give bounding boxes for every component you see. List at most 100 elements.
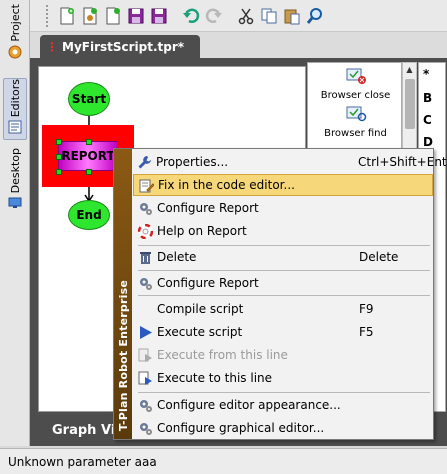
gears-icon <box>139 422 152 435</box>
desktop-icon <box>8 197 22 209</box>
report-node[interactable]: REPORT <box>58 141 118 171</box>
resize-handle[interactable] <box>56 139 62 145</box>
save-button[interactable] <box>126 6 146 26</box>
left-sidebar: Project Editors Desktop <box>0 0 30 446</box>
menu-item-configure-editor-appearance[interactable]: Configure editor appearance... <box>133 394 433 416</box>
menu-separator <box>138 270 430 271</box>
sidebar-tab-project-label: Project <box>8 4 22 42</box>
trash-icon <box>139 251 151 264</box>
menu-item-delete[interactable]: Delete Delete <box>133 246 433 268</box>
resize-handle[interactable] <box>86 139 92 145</box>
execute-to-icon <box>138 371 152 385</box>
category-letter[interactable]: C <box>423 113 432 127</box>
copy-icon <box>261 8 277 23</box>
new-file-icon <box>106 7 120 24</box>
resize-handle[interactable] <box>56 154 62 160</box>
wrench-icon <box>138 155 151 168</box>
blank-icon <box>137 301 153 317</box>
sidebar-tab-desktop-label: Desktop <box>8 148 22 194</box>
report-node-label: REPORT <box>61 149 115 163</box>
menu-item-help-on-report[interactable]: Help on Report <box>133 220 433 242</box>
find-icon <box>306 7 322 24</box>
end-node[interactable]: End <box>68 200 110 230</box>
status-bar: Unknown parameter aaa <box>0 448 447 474</box>
end-node-label: End <box>76 208 102 222</box>
tab-myfirstscript[interactable]: ⋮ MyFirstScript.tpr* <box>40 35 200 58</box>
toolbar-grip[interactable] <box>46 4 50 27</box>
palette-item-label: Browser close <box>320 90 391 101</box>
menu-item-label: Execute from this line <box>157 348 288 362</box>
new-script-icon <box>60 7 74 24</box>
tab-graph-view[interactable]: Graph Vie <box>38 418 118 442</box>
new-java-icon <box>83 7 97 24</box>
save-as-button[interactable] <box>149 6 169 26</box>
menu-item-configure-report-2[interactable]: Configure Report <box>133 272 433 294</box>
new-script-button[interactable] <box>57 6 77 26</box>
category-letter[interactable]: D <box>423 135 433 149</box>
start-node[interactable]: Start <box>68 82 110 116</box>
undo-button[interactable] <box>181 6 201 26</box>
menu-item-execute-to-line[interactable]: Execute to this line <box>133 367 433 389</box>
find-button[interactable] <box>305 6 325 26</box>
menu-item-execute-from-line[interactable]: Execute from this line <box>133 344 433 366</box>
scroll-up-icon[interactable]: ▲ <box>403 63 416 77</box>
sidebar-tab-editors[interactable]: Editors <box>3 78 27 140</box>
resize-handle[interactable] <box>56 169 62 175</box>
menu-item-label: Properties... <box>156 155 229 169</box>
browser-find-icon <box>346 106 366 122</box>
play-icon <box>139 325 152 339</box>
sidebar-tab-desktop[interactable]: Desktop <box>3 148 27 212</box>
cut-icon <box>238 8 254 24</box>
graph-view-label: Graph Vie <box>52 422 118 438</box>
menu-item-label: Configure editor appearance... <box>157 398 341 412</box>
save-as-icon <box>151 8 167 23</box>
menu-item-fix-in-code-editor[interactable]: Fix in the code editor... <box>133 174 433 196</box>
menu-item-configure-graphical-editor[interactable]: Configure graphical editor... <box>133 417 433 439</box>
menu-item-properties[interactable]: Properties... Ctrl+Shift+Enter <box>133 151 447 173</box>
menu-item-compile-script[interactable]: Compile script F9 <box>133 298 433 320</box>
category-letter[interactable]: * <box>423 67 429 81</box>
menu-item-label: Help on Report <box>157 224 247 238</box>
start-node-label: Start <box>71 92 107 106</box>
palette-item-browser-find[interactable]: Browser find <box>308 105 403 139</box>
resize-handle[interactable] <box>86 169 92 175</box>
palette-item-browser-close[interactable]: Browser close <box>308 67 403 101</box>
redo-icon <box>205 8 222 23</box>
paste-button[interactable] <box>282 6 302 26</box>
menu-separator <box>138 295 430 296</box>
editor-tabstrip: ⋮ MyFirstScript.tpr* <box>30 32 447 58</box>
edit-icon <box>139 179 154 192</box>
copy-button[interactable] <box>259 6 279 26</box>
menu-item-shortcut: F9 <box>359 302 374 316</box>
main-toolbar <box>30 0 447 32</box>
brand-label-wrap: T-Plan Robot Enterprise <box>114 149 132 439</box>
menu-item-label: Configure graphical editor... <box>157 421 325 435</box>
menu-item-label: Compile script <box>157 302 244 316</box>
menu-item-shortcut: Delete <box>359 250 399 264</box>
sidebar-tab-editors-label: Editors <box>8 79 22 118</box>
new-file-button[interactable] <box>103 6 123 26</box>
redo-button[interactable] <box>204 6 224 26</box>
gears-icon <box>139 277 152 290</box>
cut-button[interactable] <box>236 6 256 26</box>
gears-icon <box>139 399 152 412</box>
browser-close-icon <box>346 68 366 84</box>
scroll-thumb[interactable] <box>405 79 415 129</box>
menu-item-label: Configure Report <box>157 276 259 290</box>
paste-icon <box>284 9 300 24</box>
menu-item-configure-report[interactable]: Configure Report <box>133 197 433 219</box>
new-java-button[interactable] <box>80 6 100 26</box>
menu-item-label: Fix in the code editor... <box>158 178 295 192</box>
menu-item-execute-script[interactable]: Execute script F5 <box>133 321 433 343</box>
menu-item-label: Delete <box>157 250 197 264</box>
menu-item-shortcut: F5 <box>359 325 374 339</box>
modified-marker: ⋮ <box>46 39 58 54</box>
category-letter[interactable]: B <box>423 91 432 105</box>
context-menu: T-Plan Robot Enterprise Properties... Ct… <box>113 148 447 440</box>
palette-item-label: Browser find <box>324 128 387 139</box>
brand-label: T-Plan Robot Enterprise <box>116 279 130 431</box>
project-icon <box>8 45 22 59</box>
sidebar-tab-project[interactable]: Project <box>3 4 27 66</box>
tab-title: MyFirstScript.tpr* <box>62 39 185 54</box>
gears-icon <box>139 202 152 215</box>
